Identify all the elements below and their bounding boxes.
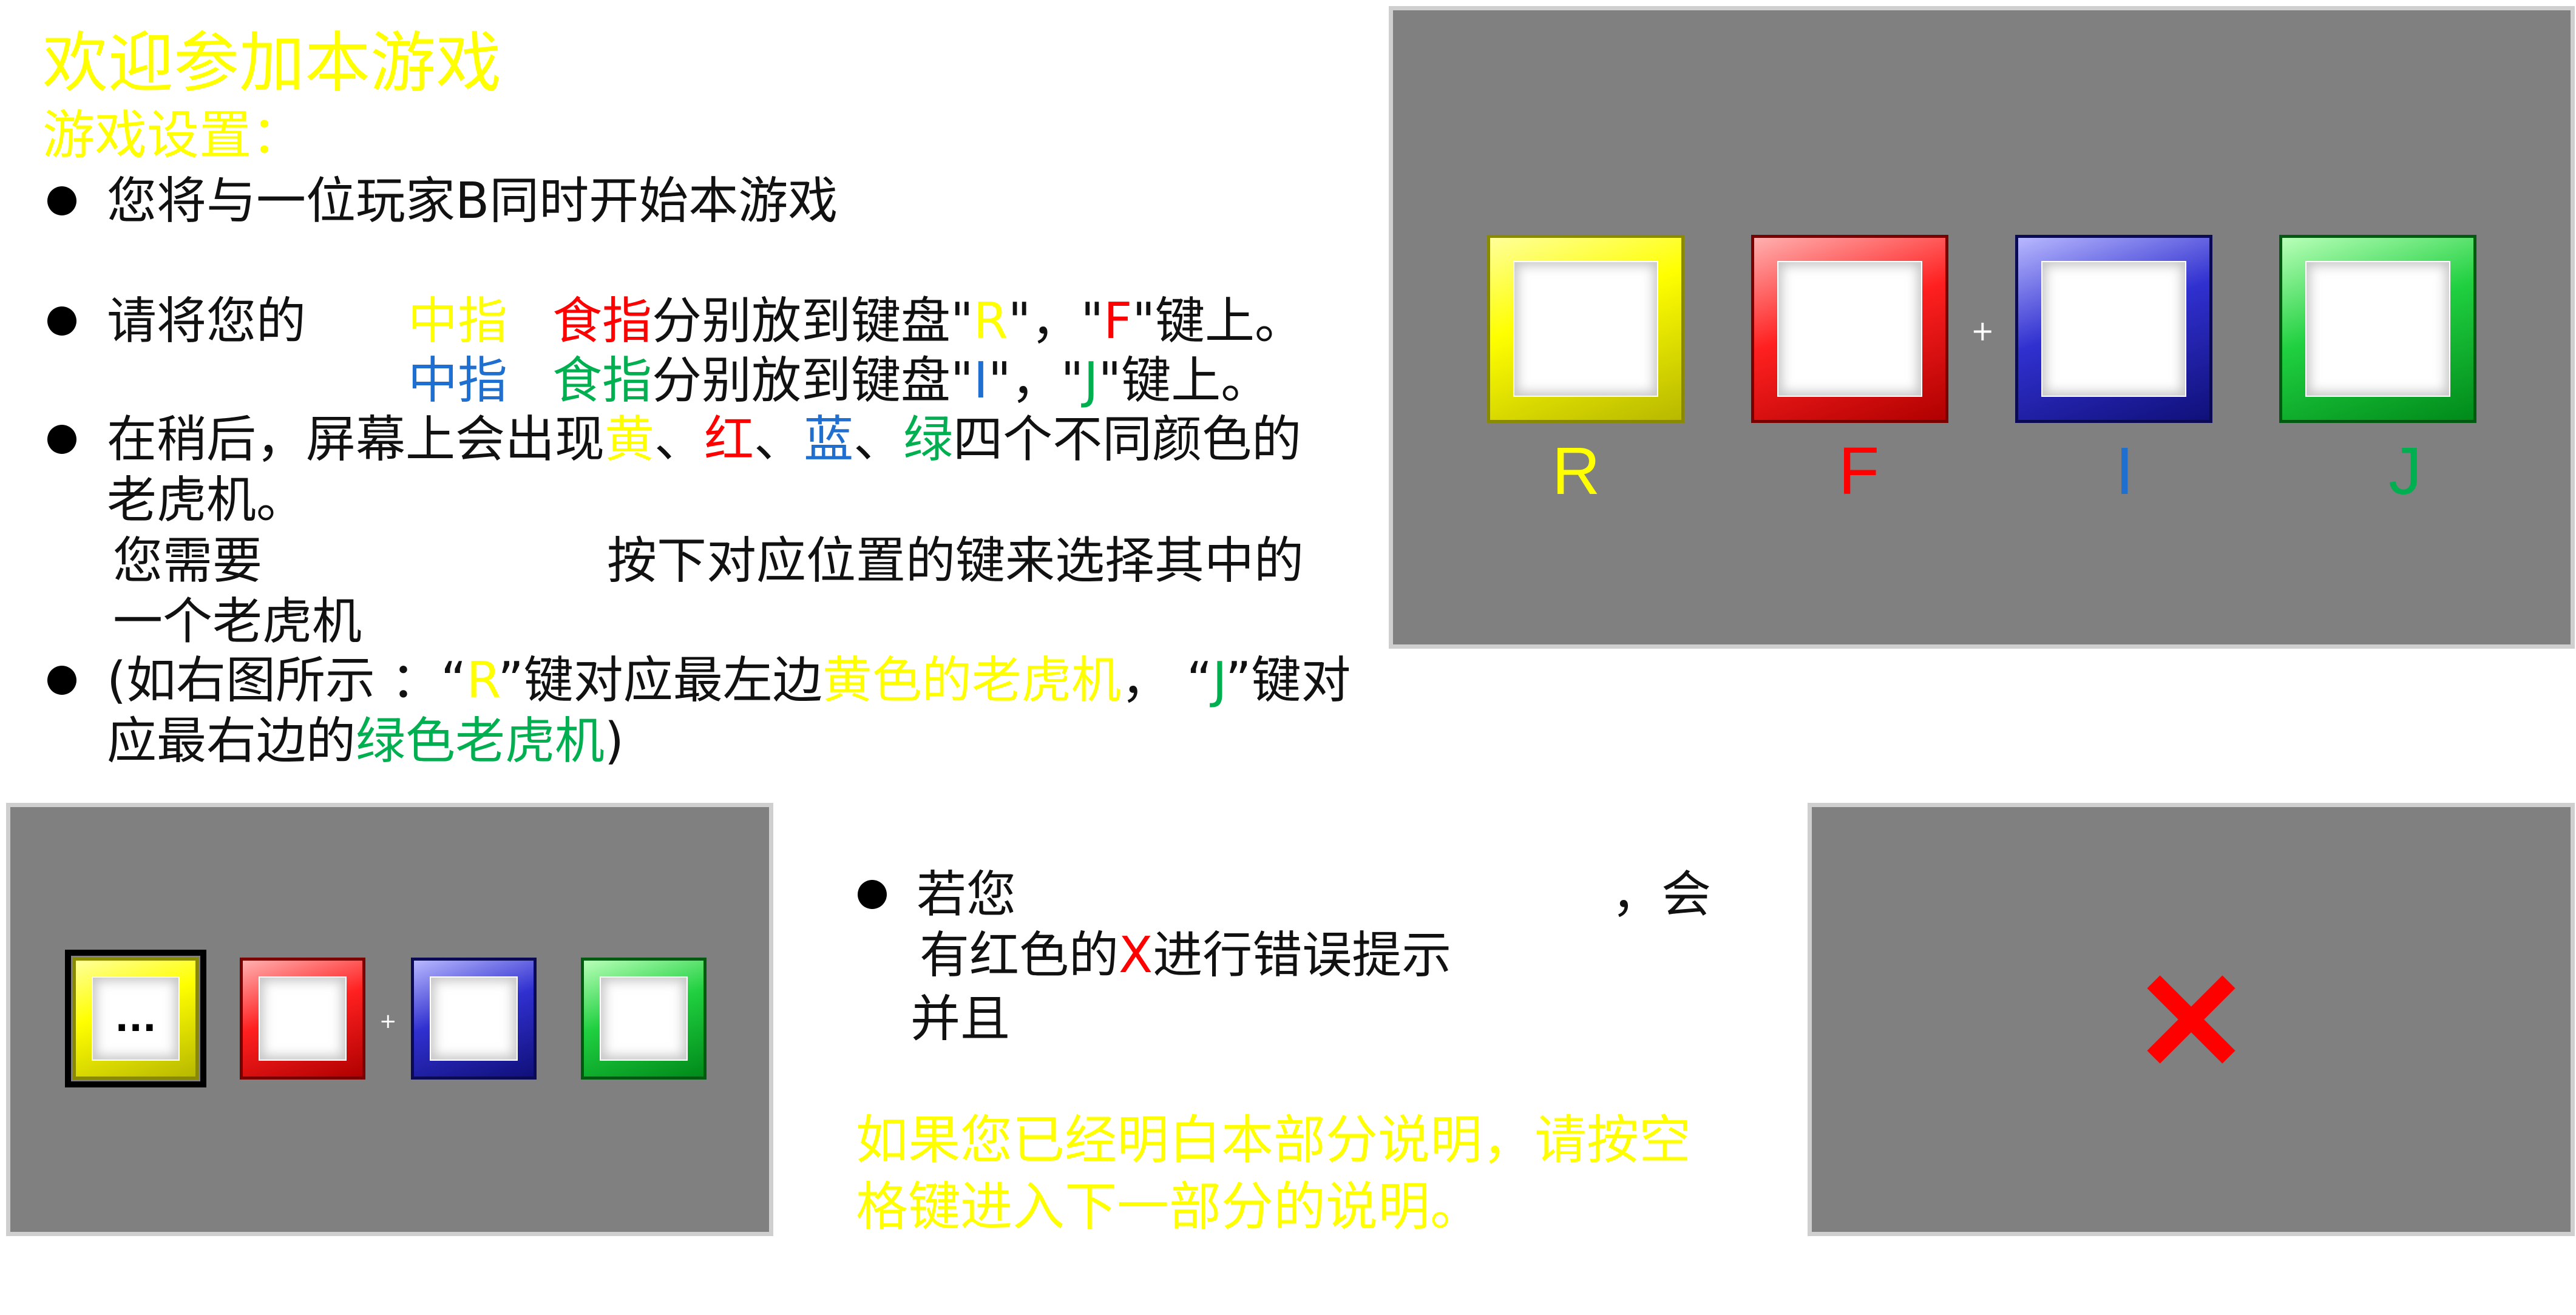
feedback-line-2: 有红色的X进行错误提示: [920, 925, 1451, 986]
key-r-text: R: [466, 652, 498, 709]
slot-window: [259, 976, 347, 1061]
text-blue: 蓝: [804, 411, 854, 468]
key-j-text: J: [1212, 652, 1226, 709]
feedback-line-3: 并且: [910, 990, 1011, 1048]
instruction-line-3c: 您需要: [113, 532, 263, 590]
text-sep: 、: [754, 411, 804, 468]
text-key-end: "键上。: [1098, 352, 1271, 410]
page-subtitle: 游戏设置：: [42, 105, 303, 166]
slot-machine-blue: [411, 958, 537, 1080]
instruction-line-2a: 中指 食指分别放到键盘"R"，"F"键上。: [408, 291, 1304, 352]
slot-window: [430, 976, 518, 1061]
error-x-svg: [2147, 975, 2235, 1064]
slot-window: [600, 976, 688, 1061]
key-label-j: J: [2388, 434, 2422, 509]
text-span: ): [605, 712, 625, 770]
text-index-finger: 食指: [552, 352, 652, 410]
page-title: 欢迎参加本游戏: [42, 25, 502, 101]
continue-prompt-line-2: 格键进入下一部分的说明。: [856, 1177, 1482, 1237]
text-yellow: 黄: [605, 411, 655, 468]
text-sep: 、: [853, 411, 904, 468]
slot-machine-yellow: [1487, 235, 1684, 423]
slot-machine-yellow-selected: ...: [73, 958, 198, 1080]
bullet-dot: [47, 666, 76, 695]
instruction-line-2-prefix: 请将您的: [107, 292, 307, 350]
text-span: ”键对: [1225, 652, 1351, 709]
slot-machine-green: [581, 958, 707, 1080]
instruction-line-2b: 中指 食指分别放到键盘"I"，"J"键上。: [408, 351, 1270, 411]
slot-machine-blue: [2015, 235, 2212, 423]
key-label-f: F: [1839, 434, 1880, 509]
slot-window: [1513, 261, 1658, 397]
text-middle-finger: 中指: [408, 352, 508, 410]
fixation-cross: +: [379, 1009, 397, 1033]
text-key-end: "键上。: [1132, 292, 1305, 350]
error-x-icon: [2143, 971, 2240, 1068]
slot-machine-red: [240, 958, 365, 1080]
instruction-line-3b: 老虎机。: [107, 472, 307, 529]
text-green: 绿: [903, 411, 954, 468]
key-r-text: R: [973, 292, 1008, 350]
key-separator: "，": [1008, 292, 1104, 350]
text-span: 在稍后，屏幕上会出现: [107, 411, 605, 468]
text-key-instruction: 分别放到键盘": [652, 352, 974, 410]
selected-marker: ...: [115, 997, 157, 1040]
bullet-dot: [858, 880, 887, 909]
instruction-line-3e: 一个老虎机: [113, 593, 362, 651]
bullet-dot: [47, 306, 76, 336]
text-green-machine: 绿色老虎机: [356, 712, 605, 770]
key-separator: "，": [988, 352, 1084, 410]
fixation-cross: +: [1971, 314, 1995, 347]
text-span: 应最右边的: [107, 712, 356, 770]
instruction-line-3d: 按下对应位置的键来选择其中的: [607, 532, 1304, 590]
error-feedback-panel: [1812, 807, 2571, 1232]
text-span: 四个不同颜色的: [953, 411, 1302, 468]
key-j-text: J: [1083, 352, 1099, 410]
text-span: 有红色的: [920, 927, 1119, 984]
key-i-text: I: [973, 352, 988, 410]
text-red: 红: [704, 411, 754, 468]
continue-prompt-line-1: 如果您已经明白本部分说明，请按空: [856, 1110, 1691, 1171]
instruction-line-4a: (如右图所示 ：“R”键对应最左边黄色的老虎机， “J”键对: [107, 651, 1351, 711]
text-index-finger: 食指: [552, 292, 652, 350]
slot-machine-panel: + R F I J: [1393, 10, 2571, 644]
text-span: ， “: [1120, 652, 1213, 709]
text-span: ”键对应最左边: [498, 652, 822, 709]
slot-window: [2305, 261, 2450, 397]
text-middle-finger: 中指: [408, 292, 508, 350]
key-label-i: I: [2115, 434, 2134, 509]
text-key-instruction: 分别放到键盘": [652, 292, 974, 350]
instruction-line-4b: 应最右边的绿色老虎机): [107, 711, 624, 772]
key-label-r: R: [1552, 434, 1601, 509]
key-f-text: F: [1103, 292, 1133, 350]
instruction-line-3a: 在稍后，屏幕上会出现黄、红、蓝、绿四个不同颜色的: [107, 410, 1301, 470]
bullet-dot: [47, 425, 76, 454]
text-red-x: X: [1119, 927, 1153, 984]
text-span: (如右图所示 ：“: [107, 652, 467, 709]
selection-example-panel: ... +: [10, 807, 769, 1232]
text-sep: 、: [654, 411, 705, 468]
slot-machine-green: [2279, 235, 2476, 423]
slot-window: [1777, 261, 1922, 397]
text-yellow-machine: 黄色的老虎机: [822, 652, 1121, 709]
feedback-line-1a: 若您: [917, 866, 1017, 924]
instruction-line-1: 您将与一位玩家B同时开始本游戏: [107, 172, 838, 230]
bullet-dot: [47, 186, 76, 215]
slot-window: [2041, 261, 2186, 397]
slot-window: ...: [92, 976, 180, 1061]
slot-machine-red: [1751, 235, 1948, 423]
text-span: 进行错误提示: [1153, 927, 1452, 984]
feedback-line-1b: ，会: [1612, 866, 1712, 924]
